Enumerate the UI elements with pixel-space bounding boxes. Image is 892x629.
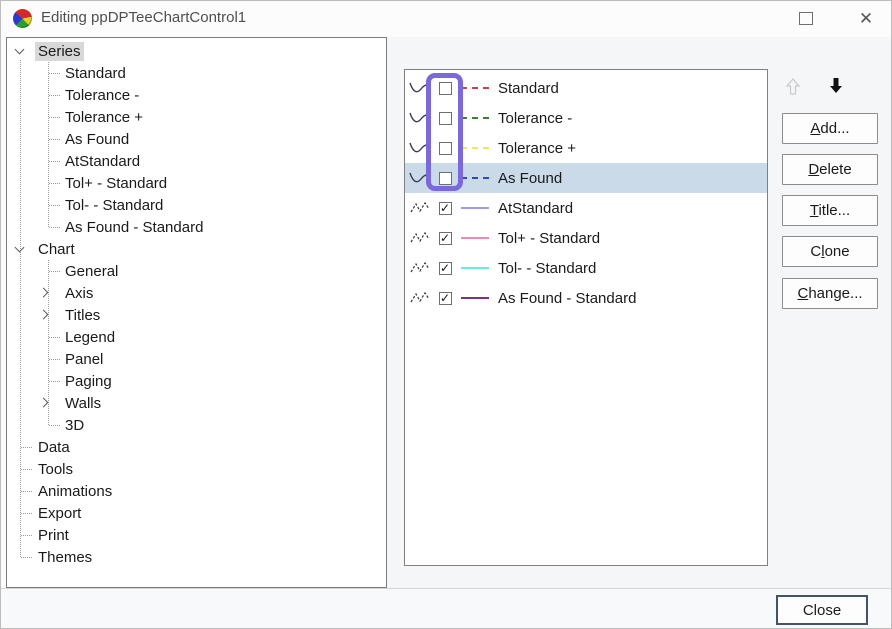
series-page: Standard Tolerance - Tolerance + (387, 37, 892, 588)
chart-editor-dialog: Editing ppDPTeeChartControl1 ✕ Series St… (0, 0, 892, 629)
series-color-sample (461, 297, 489, 299)
tree-item-atstandard[interactable]: AtStandard (7, 150, 386, 172)
tree-item-export[interactable]: Export (7, 502, 386, 524)
series-color-sample (461, 87, 489, 89)
smooth-line-icon (409, 80, 431, 96)
tree-item-tol-minus-standard[interactable]: Tol- - Standard (7, 194, 386, 216)
tree-item-legend[interactable]: Legend (7, 326, 386, 348)
series-color-sample (461, 177, 489, 179)
close-window-button[interactable]: ✕ (849, 4, 883, 33)
dialog-footer (1, 588, 892, 628)
tree-item-standard[interactable]: Standard (7, 62, 386, 84)
tree-item-titles[interactable]: Titles (7, 304, 386, 326)
tree-item-tol-plus-standard[interactable]: Tol+ - Standard (7, 172, 386, 194)
series-row-atstandard[interactable]: AtStandard (405, 193, 767, 223)
tree-item-animations[interactable]: Animations (7, 480, 386, 502)
chevron-right-icon[interactable] (39, 288, 49, 298)
series-checkbox[interactable] (439, 112, 452, 125)
up-arrow-icon (785, 78, 801, 96)
tree-item-panel[interactable]: Panel (7, 348, 386, 370)
zigzag-dotted-line-icon (409, 260, 431, 276)
clone-button[interactable]: Clone (782, 236, 878, 267)
title-button[interactable]: Title... (782, 195, 878, 226)
series-row-standard[interactable]: Standard (405, 73, 767, 103)
smooth-line-icon (409, 110, 431, 126)
series-row-tolerance-minus[interactable]: Tolerance - (405, 103, 767, 133)
tree-item-tools[interactable]: Tools (7, 458, 386, 480)
series-checkbox[interactable] (439, 202, 452, 215)
zigzag-dotted-line-icon (409, 290, 431, 306)
titlebar[interactable]: Editing ppDPTeeChartControl1 ✕ (1, 1, 891, 36)
window-title: Editing ppDPTeeChartControl1 (41, 9, 246, 26)
chevron-right-icon[interactable] (39, 310, 49, 320)
smooth-line-icon (409, 170, 431, 186)
tree-item-tolerance-minus[interactable]: Tolerance - (7, 84, 386, 106)
series-checkbox[interactable] (439, 142, 452, 155)
tree-item-as-found-standard[interactable]: As Found - Standard (7, 216, 386, 238)
chevron-right-icon[interactable] (39, 398, 49, 408)
series-row-tol-plus-standard[interactable]: Tol+ - Standard (405, 223, 767, 253)
tree-item-themes[interactable]: Themes (7, 546, 386, 568)
zigzag-dotted-line-icon (409, 200, 431, 216)
tree-item-paging[interactable]: Paging (7, 370, 386, 392)
tree-item-print[interactable]: Print (7, 524, 386, 546)
maximize-square-icon (799, 12, 813, 25)
tree-item-series[interactable]: Series (7, 40, 386, 62)
tree-item-walls[interactable]: Walls (7, 392, 386, 414)
add-button[interactable]: Add... (782, 113, 878, 144)
move-series-up-button[interactable] (780, 75, 806, 99)
delete-button[interactable]: Delete (782, 154, 878, 185)
series-list: Standard Tolerance - Tolerance + (405, 70, 767, 313)
pie-chart-icon (13, 9, 32, 28)
tree-item-as-found[interactable]: As Found (7, 128, 386, 150)
series-row-as-found-standard[interactable]: As Found - Standard (405, 283, 767, 313)
x-icon: ✕ (859, 10, 873, 27)
smooth-line-icon (409, 140, 431, 156)
series-checkbox[interactable] (439, 292, 452, 305)
tree-item-chart[interactable]: Chart (7, 238, 386, 260)
series-color-sample (461, 237, 489, 239)
series-row-tolerance-plus[interactable]: Tolerance + (405, 133, 767, 163)
tree-item-axis[interactable]: Axis (7, 282, 386, 304)
series-color-sample (461, 207, 489, 209)
series-row-as-found[interactable]: As Found (405, 163, 767, 193)
down-arrow-icon (828, 76, 844, 94)
editor-tree: Series Standard Tolerance - Tolerance + … (7, 38, 386, 568)
tree-item-general[interactable]: General (7, 260, 386, 282)
series-checkbox[interactable] (439, 82, 452, 95)
zigzag-dotted-line-icon (409, 230, 431, 246)
series-checkbox[interactable] (439, 172, 452, 185)
move-series-down-button[interactable] (823, 73, 849, 97)
series-row-tol-minus-standard[interactable]: Tol- - Standard (405, 253, 767, 283)
chevron-down-icon[interactable] (15, 45, 25, 55)
series-checkbox[interactable] (439, 232, 452, 245)
chevron-down-icon[interactable] (15, 243, 25, 253)
tree-item-data[interactable]: Data (7, 436, 386, 458)
maximize-button[interactable] (789, 4, 823, 33)
series-checkbox[interactable] (439, 262, 452, 275)
series-color-sample (461, 267, 489, 269)
tree-item-tolerance-plus[interactable]: Tolerance + (7, 106, 386, 128)
tree-item-3d[interactable]: 3D (7, 414, 386, 436)
editor-tree-panel: Series Standard Tolerance - Tolerance + … (6, 37, 387, 588)
series-color-sample (461, 147, 489, 149)
series-listbox[interactable]: Standard Tolerance - Tolerance + (404, 69, 768, 566)
close-button[interactable]: Close (776, 595, 868, 625)
series-color-sample (461, 117, 489, 119)
change-button[interactable]: Change... (782, 278, 878, 309)
